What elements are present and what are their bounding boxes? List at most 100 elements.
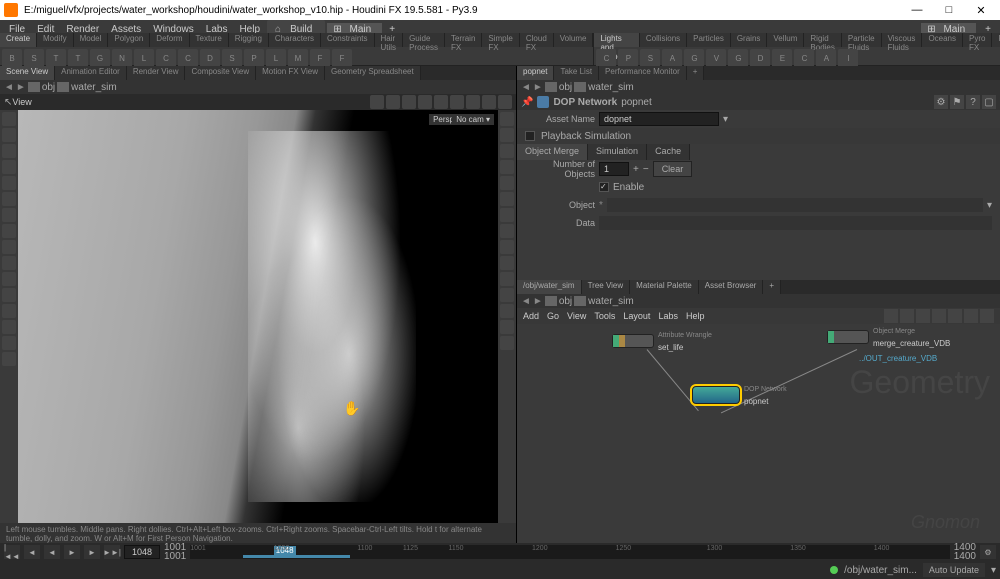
shelf-tab-oceans[interactable]: Oceans	[922, 33, 963, 47]
next-frame-button[interactable]: ►	[84, 545, 100, 559]
shelf-tab-volume[interactable]: Volume	[554, 33, 594, 47]
shelf-tab-deform[interactable]: Deform	[150, 33, 189, 47]
tab-cache[interactable]: Cache	[647, 144, 690, 160]
shelf-tab-polygon[interactable]: Polygon	[108, 33, 150, 47]
shelf-tab-characters[interactable]: Characters	[269, 33, 321, 47]
play-back-button[interactable]: ◄	[44, 545, 60, 559]
view-tool[interactable]	[434, 95, 448, 109]
tool[interactable]	[2, 272, 16, 286]
tool[interactable]	[2, 304, 16, 318]
display-option[interactable]	[500, 112, 514, 126]
clear-button[interactable]: Clear	[653, 161, 693, 177]
tool[interactable]	[2, 320, 16, 334]
tool[interactable]	[2, 144, 16, 158]
num-objects-field[interactable]	[599, 162, 629, 176]
shelf-tab-viscous-fluids[interactable]: Viscous Fluids	[882, 33, 923, 47]
tool[interactable]	[2, 224, 16, 238]
auto-update-button[interactable]: Auto Update	[923, 563, 985, 577]
node-merge-vdb[interactable]: Object Merge merge_creature_VDB	[827, 330, 869, 344]
tab-perfmon[interactable]: Performance Monitor	[599, 66, 687, 80]
view-tool[interactable]	[418, 95, 432, 109]
display-option[interactable]	[500, 208, 514, 222]
net-tool[interactable]	[916, 309, 930, 323]
tool[interactable]	[2, 208, 16, 222]
tab-popnet[interactable]: popnet	[517, 66, 554, 80]
prev-frame-button[interactable]: ◄	[24, 545, 40, 559]
net-tool[interactable]	[964, 309, 978, 323]
tool[interactable]	[2, 256, 16, 270]
tab-matpalette[interactable]: Material Palette	[630, 280, 699, 294]
display-option[interactable]	[500, 256, 514, 270]
shelf-tab-rigid-bodies[interactable]: Rigid Bodies	[804, 33, 841, 47]
pane-tab-geometry-spreadsheet[interactable]: Geometry Spreadsheet	[325, 66, 421, 80]
tool[interactable]	[2, 192, 16, 206]
net-menu-view[interactable]: View	[567, 311, 586, 321]
help-icon[interactable]: ?	[966, 95, 980, 109]
close-button[interactable]: ✕	[966, 1, 996, 19]
shelf-tab-simple-fx[interactable]: Simple FX	[482, 33, 519, 47]
viewport-3d[interactable]: Persp No cam ▾ ✋	[18, 110, 498, 523]
shelf-tab-hair-utils[interactable]: Hair Utils	[375, 33, 404, 47]
net-menu-layout[interactable]: Layout	[623, 311, 650, 321]
network-view[interactable]: Geometry Attribute Wrangle set_life Obje…	[517, 324, 1000, 543]
remove-object[interactable]: −	[643, 164, 649, 175]
display-option[interactable]	[500, 176, 514, 190]
tab-add[interactable]: +	[687, 66, 705, 80]
display-option[interactable]	[500, 128, 514, 142]
tool[interactable]	[2, 128, 16, 142]
node-set-life[interactable]: Attribute Wrangle set_life	[612, 334, 654, 348]
data-field[interactable]	[599, 216, 992, 230]
tab-treeview[interactable]: Tree View	[582, 280, 631, 294]
node-name[interactable]: popnet	[621, 97, 652, 108]
display-option[interactable]	[500, 304, 514, 318]
tool-select[interactable]	[2, 112, 16, 126]
pin-icon[interactable]: 📌	[521, 97, 533, 108]
display-option[interactable]	[500, 272, 514, 286]
path-root[interactable]: obj	[42, 82, 55, 93]
shelf-tab-terrain-fx[interactable]: Terrain FX	[445, 33, 482, 47]
play-button[interactable]: ►	[64, 545, 80, 559]
folder-icon[interactable]	[57, 82, 69, 92]
shelf-tab-constraints[interactable]: Constraints	[321, 33, 374, 47]
folder-icon[interactable]	[545, 296, 557, 306]
tool[interactable]	[2, 352, 16, 366]
display-option[interactable]	[500, 320, 514, 334]
flag-icon[interactable]: ⚑	[950, 95, 964, 109]
path-item[interactable]: water_sim	[71, 82, 117, 93]
panel-icon[interactable]: ▢	[982, 95, 996, 109]
shelf-tab-texture[interactable]: Texture	[190, 33, 229, 47]
folder-icon[interactable]	[545, 82, 557, 92]
net-menu-tools[interactable]: Tools	[594, 311, 615, 321]
display-option[interactable]	[500, 144, 514, 158]
view-tool[interactable]	[370, 95, 384, 109]
shelf-tab-guide-process[interactable]: Guide Process	[403, 33, 445, 47]
pane-tab-scene-view[interactable]: Scene View	[0, 66, 55, 80]
view-tool[interactable]	[482, 95, 496, 109]
tool[interactable]	[2, 160, 16, 174]
add-object[interactable]: +	[633, 164, 639, 175]
display-option[interactable]	[500, 160, 514, 174]
net-menu-help[interactable]: Help	[686, 311, 705, 321]
shelf-tab-modify[interactable]: Modify	[37, 33, 74, 47]
tool[interactable]	[2, 288, 16, 302]
shelf-tab-create[interactable]: Create	[0, 33, 37, 47]
enable-checkbox[interactable]	[599, 182, 609, 192]
tab-network[interactable]: /obj/water_sim	[517, 280, 582, 294]
gear-icon[interactable]: ⚙	[934, 95, 948, 109]
pane-tab-render-view[interactable]: Render View	[127, 66, 186, 80]
net-tool[interactable]	[980, 309, 994, 323]
display-option[interactable]	[500, 240, 514, 254]
tool[interactable]	[2, 240, 16, 254]
net-menu-labs[interactable]: Labs	[658, 311, 678, 321]
status-path[interactable]: /obj/water_sim...	[844, 565, 917, 576]
shelf-tab-vellum[interactable]: Vellum	[767, 33, 804, 47]
shelf-tab-pyro-fx[interactable]: Pyro FX	[963, 33, 992, 47]
net-tool[interactable]	[948, 309, 962, 323]
view-tool[interactable]	[386, 95, 400, 109]
camera-selector[interactable]: No cam ▾	[452, 114, 494, 125]
shelf-tab-cloud-fx[interactable]: Cloud FX	[520, 33, 554, 47]
display-option[interactable]	[500, 224, 514, 238]
first-frame-button[interactable]: |◄◄	[4, 545, 20, 559]
pane-tab-animation-editor[interactable]: Animation Editor	[55, 66, 127, 80]
shelf-tab-lights-and-cameras[interactable]: Lights and Cameras	[594, 33, 639, 47]
